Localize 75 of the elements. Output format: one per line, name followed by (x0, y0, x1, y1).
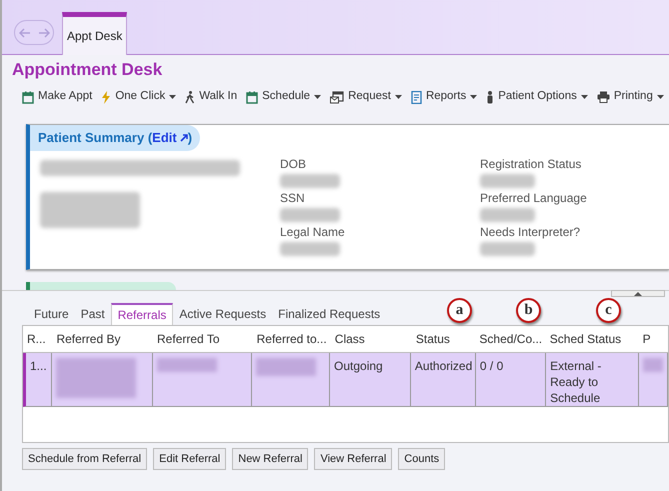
tab[interactable]: Past (74, 303, 111, 325)
tab[interactable]: Appt Desk (62, 12, 128, 55)
blurred-text (280, 174, 340, 188)
column-header[interactable]: P (638, 330, 668, 348)
column-header[interactable]: Class (330, 330, 412, 348)
field-label: Needs Interpreter? (480, 224, 582, 238)
caret-icon (656, 95, 664, 99)
walking-person-icon (185, 90, 196, 104)
calendar-icon (246, 90, 258, 104)
tab[interactable]: Finalized Requests (272, 303, 386, 325)
caret-icon (470, 95, 478, 99)
column-header[interactable]: Referred By (52, 330, 154, 348)
card-title-paren: ) (188, 130, 192, 145)
blurred-text (480, 174, 535, 188)
field-label: Registration Status (480, 156, 582, 170)
edit-link[interactable]: Edit (152, 128, 188, 148)
annotation-marker: b (516, 298, 541, 323)
toolbar-button[interactable]: Schedule (246, 88, 322, 106)
up-arrow-icon (634, 292, 642, 296)
calendar-icon (22, 90, 34, 104)
column-header[interactable]: Sched/Co... (475, 330, 546, 348)
toolbar-button[interactable]: One Click (101, 88, 176, 106)
calendar-envelope-icon (330, 90, 344, 104)
action-button[interactable]: Schedule from Referral (22, 448, 148, 470)
blurred-text (256, 358, 316, 376)
field-label: Legal Name (280, 224, 346, 238)
toolbar-button[interactable]: Printing (596, 88, 664, 106)
table-cell: Authorized (414, 359, 472, 373)
toolbar-button[interactable]: Make Appt (22, 88, 92, 106)
external-link-icon (180, 134, 188, 142)
lightning-icon (101, 90, 112, 104)
toolbar-button[interactable]: Request (330, 88, 402, 106)
tab[interactable]: Future (28, 303, 75, 325)
table-cell: 1... (30, 359, 47, 373)
field-label: Preferred Language (480, 190, 587, 204)
caret-icon (580, 95, 588, 99)
table-cell: Outgoing (334, 359, 383, 373)
field-label: SSN (280, 190, 306, 204)
blurred-text (280, 208, 340, 222)
action-button[interactable]: Counts (398, 448, 446, 470)
blurred-text (480, 242, 535, 256)
annotation-marker: a (447, 298, 472, 323)
report-icon (410, 90, 422, 104)
field-label: DOB (280, 156, 308, 170)
table-row[interactable]: 1... Outgoing Authorized 0 / 0 External - Ready to Schedule (23, 353, 668, 407)
action-button[interactable]: View Referral (314, 448, 392, 470)
collapse-button[interactable] (611, 290, 665, 297)
caret-icon (169, 95, 176, 99)
tab[interactable]: Active Requests (173, 303, 272, 325)
caret-icon (394, 95, 402, 99)
table-cell: External - Ready to Schedule (550, 359, 602, 405)
back-arrow-icon (18, 28, 30, 38)
toolbar-button[interactable]: Patient Options (486, 88, 588, 106)
toolbar-button[interactable]: Reports (410, 88, 478, 106)
person-icon (486, 90, 494, 104)
column-header[interactable]: Referred To (153, 330, 253, 348)
column-header[interactable]: Status (412, 330, 476, 348)
column-header[interactable]: R... (23, 330, 52, 348)
card-title: Patient Summary ( (38, 130, 152, 145)
printer-icon (596, 91, 610, 103)
column-header[interactable]: Sched Status (546, 330, 639, 348)
annotation-marker: c (596, 298, 621, 323)
toolbar-button[interactable]: Walk In (185, 88, 238, 106)
page-title: Appointment Desk (11, 59, 164, 81)
action-button[interactable]: Edit Referral (153, 448, 226, 470)
blurred-text (642, 358, 663, 372)
tab[interactable]: Referrals (110, 303, 174, 325)
blurred-text (280, 242, 340, 256)
blurred-text (480, 208, 535, 222)
forward-arrow-icon (38, 28, 50, 38)
blurred-text (156, 358, 217, 372)
action-button[interactable]: New Referral (232, 448, 308, 470)
caret-icon (314, 95, 322, 99)
table-cell: 0 / 0 (480, 359, 504, 373)
column-header[interactable]: Referred to... (252, 330, 331, 348)
